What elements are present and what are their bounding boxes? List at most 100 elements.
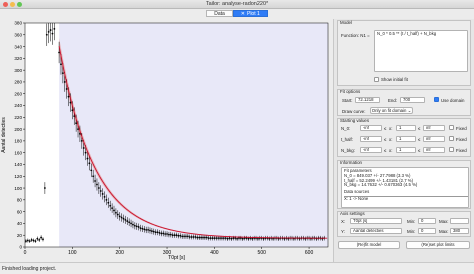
data-point <box>200 236 203 239</box>
data-point <box>118 215 121 218</box>
data-point <box>179 234 182 237</box>
window-title: Tailor: analyse-radon220* <box>205 1 269 7</box>
data-point <box>92 175 95 178</box>
data-point <box>215 237 218 240</box>
data-point <box>154 231 157 234</box>
show-initial-fit-checkbox[interactable] <box>374 77 379 82</box>
plot-area[interactable]: 0 100 200 300 400 500 600 0 20 40 60 80 100 120 140 160… <box>0 19 333 262</box>
data-point <box>173 234 176 237</box>
data-point <box>207 237 210 240</box>
data-point <box>61 72 64 75</box>
tab-plot-1-label: Plot 1 <box>246 11 260 17</box>
data-point <box>80 139 83 142</box>
data-point <box>77 128 79 131</box>
data-point <box>226 237 229 240</box>
draw-curve-select[interactable]: Only on fit domain ⌄ <box>370 107 413 114</box>
param-value-input[interactable]: 1 <box>396 147 416 153</box>
y-min-input[interactable]: 0 <box>418 228 436 234</box>
tab-close-icon[interactable]: ✕ <box>241 11 245 17</box>
x-tick-label: 500 <box>258 250 267 256</box>
data-point <box>150 230 153 232</box>
data-point <box>28 240 31 243</box>
info-data-sources-line: X: 1 -> None <box>344 195 468 202</box>
data-point <box>82 147 85 149</box>
data-point <box>160 232 163 235</box>
draw-curve-select-value: Only on fit domain <box>371 108 407 113</box>
y-tick-label: 220 <box>14 115 22 120</box>
reset-plot-limits-button[interactable]: (Re)set plot limits <box>406 241 470 249</box>
param-lt-symbol-2: ≤ <box>418 126 421 131</box>
data-point <box>168 233 170 236</box>
data-point <box>181 235 184 238</box>
y-tick-label: 180 <box>14 139 22 144</box>
data-point <box>115 211 117 214</box>
data-point <box>143 228 146 231</box>
param-lower-bound-input[interactable]: -inf <box>360 125 382 131</box>
data-point <box>251 237 254 240</box>
data-point <box>40 236 42 239</box>
x-tick-label: 0 <box>24 250 27 256</box>
refit-model-button[interactable]: (Re)fit model <box>338 241 400 249</box>
end-label: End: <box>388 98 398 103</box>
data-point <box>103 195 106 198</box>
data-point <box>135 225 138 228</box>
y-axis-label: Y: <box>341 229 345 234</box>
data-point <box>152 230 155 233</box>
show-initial-fit-label: Show initial fit <box>381 77 408 82</box>
data-point <box>97 187 100 189</box>
tab-data[interactable]: Data <box>206 10 233 17</box>
x-axis-label: X: <box>341 219 346 224</box>
x-axis-title: T0pt [s] <box>168 255 185 261</box>
x-max-input[interactable] <box>450 218 469 224</box>
info-line: N_bkg = 14.7632 +/- 0.670363 (4.5 %) <box>344 182 418 188</box>
use-domain-checkbox[interactable] <box>434 97 439 102</box>
data-point <box>204 236 206 239</box>
param-value-input[interactable]: 1 <box>396 125 416 131</box>
param-lower-bound-input[interactable]: -inf <box>360 147 382 153</box>
param-lower-bound-input[interactable]: -inf <box>360 136 382 142</box>
data-point <box>186 235 189 238</box>
start-input[interactable]: 72.1218 <box>355 97 380 103</box>
function-input[interactable]: N_0 * 0.5 ** (t / t_half) + N_bkg <box>374 30 468 72</box>
data-point <box>185 235 187 238</box>
plot-svg[interactable]: 0 100 200 300 400 500 600 0 20 40 60 80 100 120 140 160… <box>0 19 333 262</box>
data-point <box>202 236 204 239</box>
x-tick-label: 200 <box>116 250 125 256</box>
data-point <box>171 234 174 237</box>
data-point <box>232 237 235 240</box>
param-value-input[interactable]: 1 <box>396 136 416 142</box>
information-group: Information Fit parameters N_0 = 849.037… <box>337 160 471 209</box>
axis-settings-header: Axis settings <box>340 211 365 216</box>
param-upper-bound-input[interactable]: inf <box>423 136 445 142</box>
data-point <box>45 33 48 36</box>
y-axis-title-input[interactable]: Aantal detecties <box>350 228 402 234</box>
data-point <box>209 237 212 240</box>
param-lt-symbol-2: ≤ <box>418 148 421 153</box>
y-tick-label: 360 <box>14 32 22 37</box>
data-point <box>241 237 244 240</box>
data-point <box>51 32 54 35</box>
param-fixed-checkbox[interactable] <box>449 136 454 141</box>
data-point <box>222 237 225 240</box>
param-fixed-checkbox[interactable] <box>449 125 454 130</box>
param-upper-bound-input[interactable]: inf <box>423 147 445 153</box>
fit-options-header: Fit options <box>340 89 361 94</box>
data-point <box>90 169 93 172</box>
x-min-input[interactable]: 0 <box>418 218 436 224</box>
data-point <box>132 223 134 226</box>
y-tick-label: 60 <box>17 209 23 214</box>
information-text[interactable]: Fit parameters N_0 = 849.037 +/- 27.7988… <box>341 167 469 208</box>
param-upper-bound-input[interactable]: inf <box>423 125 445 131</box>
param-fixed-checkbox[interactable] <box>449 147 454 152</box>
x-axis-title-input[interactable]: T0pt [s] <box>350 218 402 224</box>
end-input[interactable]: 700 <box>400 97 425 103</box>
data-point <box>109 204 112 207</box>
data-point <box>219 237 221 240</box>
data-point <box>60 63 62 66</box>
param-lt-symbol: ≤ <box>384 126 387 131</box>
y-max-input[interactable]: 380 <box>450 228 469 234</box>
y-tick-label: 20 <box>17 233 23 238</box>
tab-plot-1[interactable]: ✕ Plot 1 <box>232 10 268 17</box>
data-point <box>147 229 149 231</box>
data-point <box>228 237 231 240</box>
